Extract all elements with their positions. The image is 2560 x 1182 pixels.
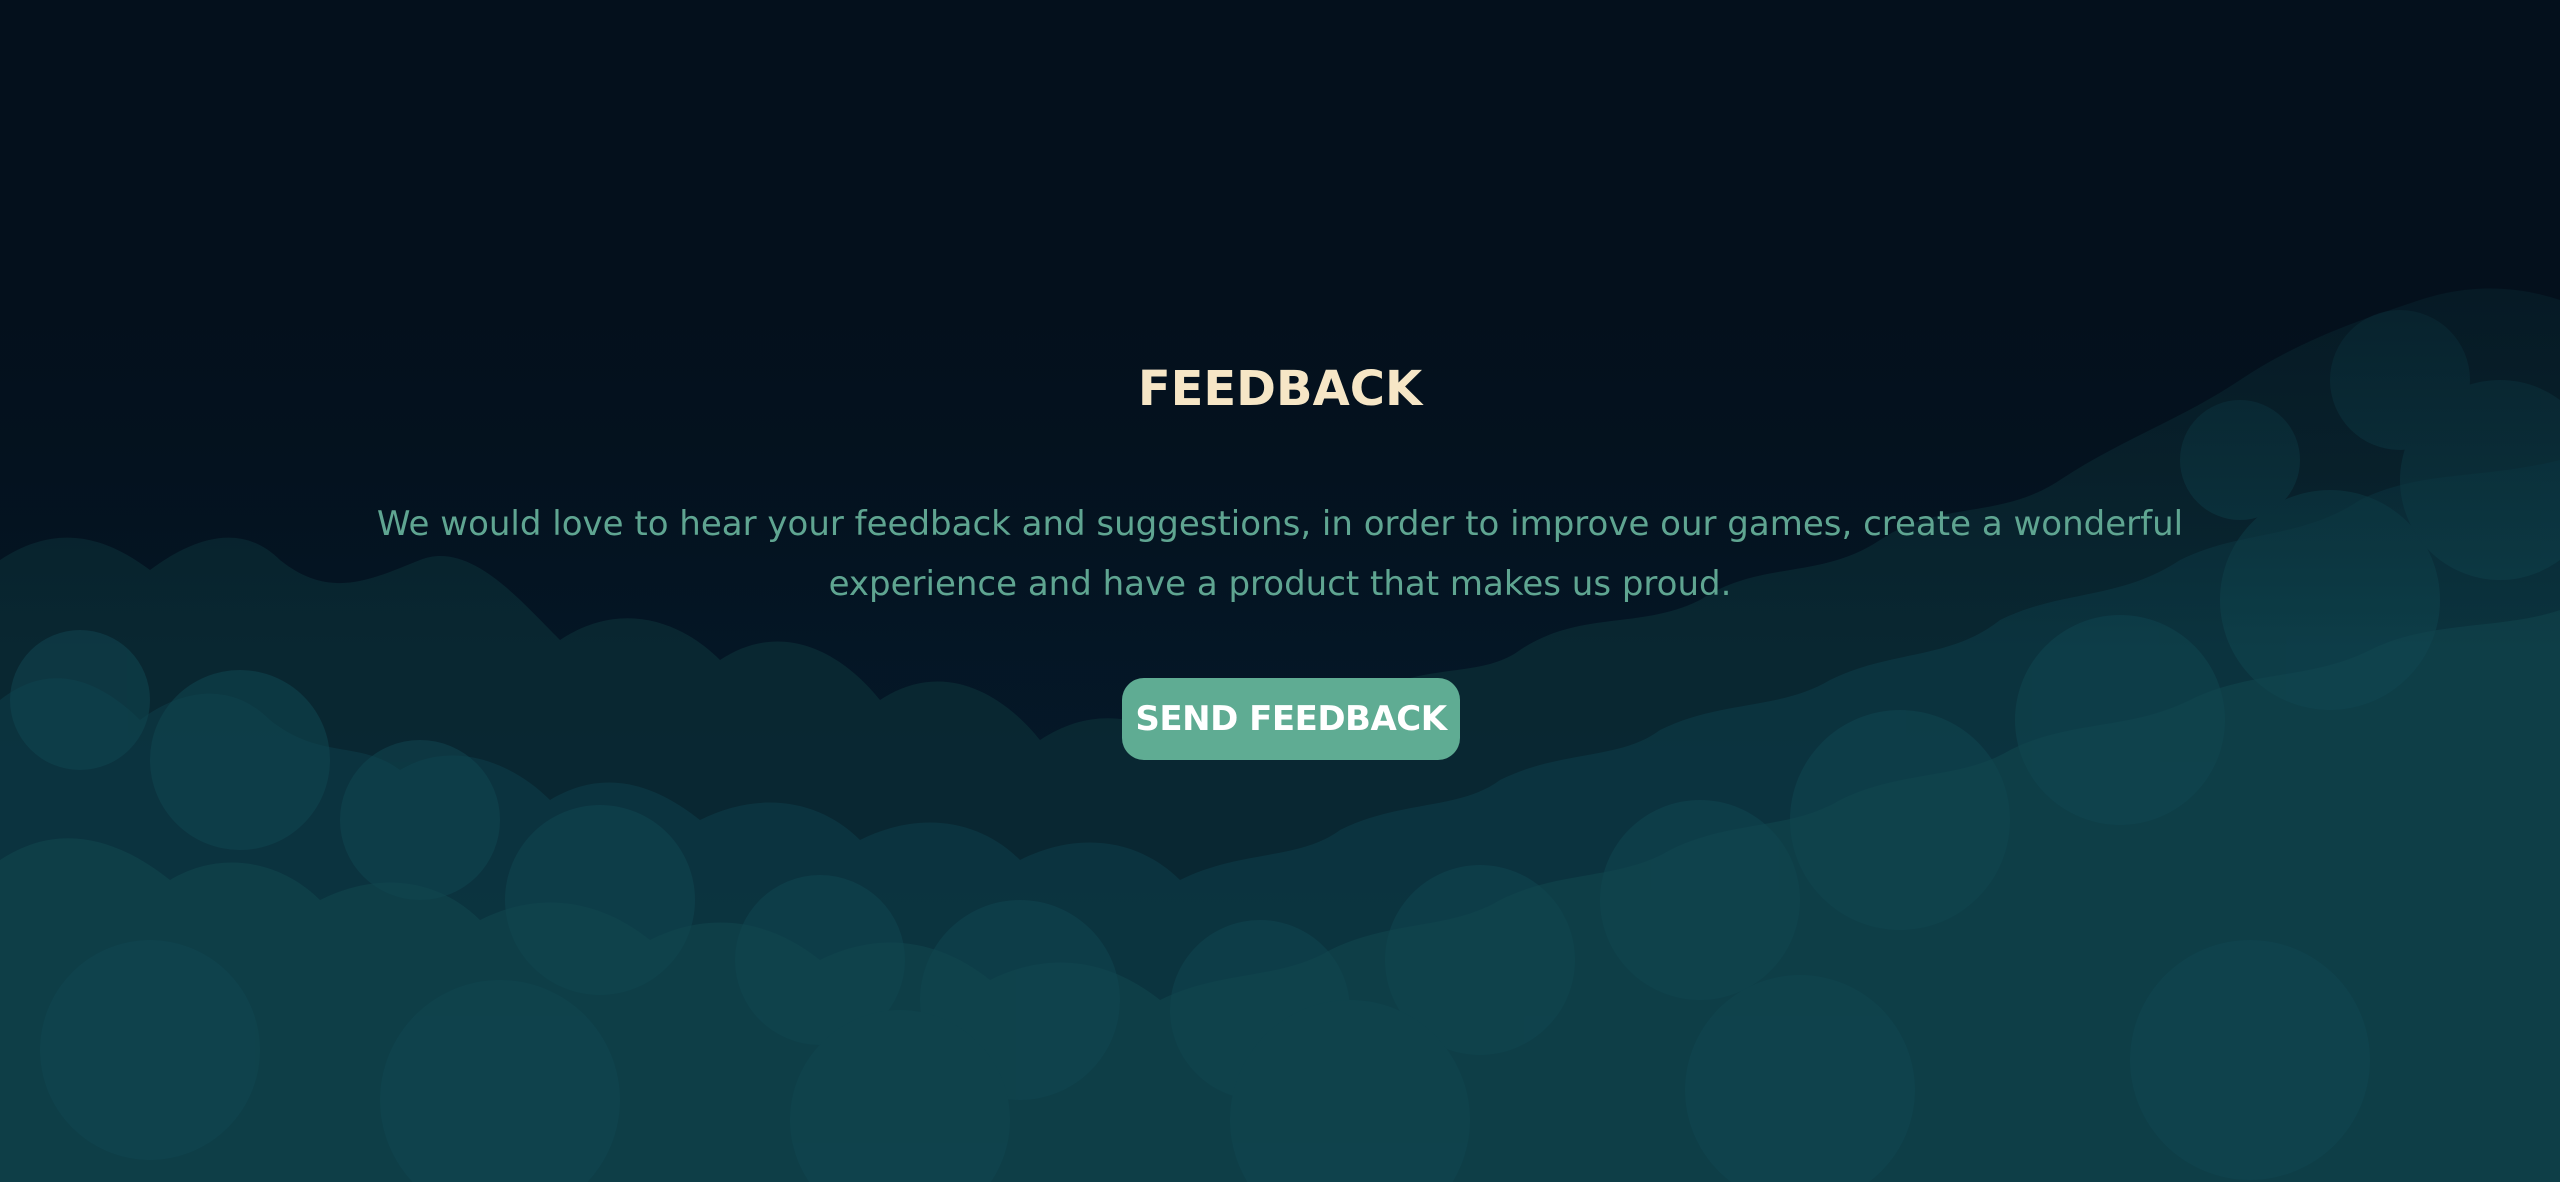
- feedback-page: FEEDBACK We would love to hear your feed…: [0, 0, 2560, 1182]
- section-title: FEEDBACK: [1137, 361, 1423, 417]
- section-description: We would love to hear your feedback and …: [376, 504, 2184, 604]
- send-feedback-button[interactable]: SEND FEEDBACK: [1122, 678, 1460, 760]
- feedback-section: FEEDBACK We would love to hear your feed…: [0, 0, 2560, 1182]
